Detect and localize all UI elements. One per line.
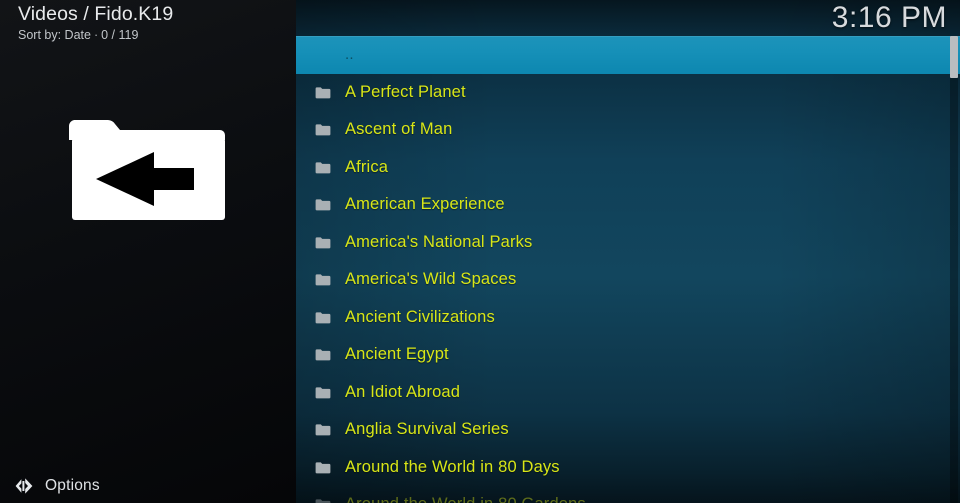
- list-item-label: Around the World in 80 Gardens: [345, 495, 586, 503]
- folder-back-arrow-icon: [68, 104, 228, 222]
- folder-icon: [315, 386, 331, 399]
- file-list[interactable]: .. A Perfect Planet Ascent of Man Africa Ame…: [296, 36, 960, 503]
- list-item[interactable]: Ancient Egypt: [296, 336, 960, 374]
- scrollbar-thumb[interactable]: [950, 36, 958, 79]
- list-item[interactable]: Anglia Survival Series: [296, 411, 960, 449]
- folder-icon: [315, 498, 331, 503]
- item-count: 0 / 119: [101, 28, 139, 42]
- list-item[interactable]: Africa: [296, 149, 960, 187]
- list-item-label: America's National Parks: [345, 232, 533, 251]
- list-item-label: Africa: [345, 157, 389, 176]
- list-item-label: American Experience: [345, 195, 505, 214]
- list-item[interactable]: Ascent of Man: [296, 111, 960, 149]
- sort-separator: ·: [93, 28, 99, 42]
- breadcrumb: Videos / Fido.K19: [18, 3, 174, 25]
- list-item[interactable]: ..: [296, 36, 960, 74]
- list-item-label: America's Wild Spaces: [345, 270, 517, 289]
- sort-info: Sort by: Date · 0 / 119: [18, 27, 288, 43]
- list-item-label: A Perfect Planet: [345, 82, 466, 101]
- list-item[interactable]: Ancient Civilizations: [296, 299, 960, 337]
- kodi-file-browser-screen: Videos / Fido.K19 Sort by: Date · 0 / 119: [0, 0, 960, 503]
- folder-icon: [315, 311, 331, 324]
- left-right-chevron-icon: [14, 477, 34, 495]
- list-item[interactable]: Around the World in 80 Days: [296, 449, 960, 487]
- list-item-label: ..: [345, 46, 354, 64]
- folder-icon: [315, 198, 331, 211]
- sort-label: Sort by: Date: [18, 28, 91, 42]
- folder-icon: [315, 161, 331, 174]
- folder-icon: [315, 86, 331, 99]
- folder-icon: [315, 123, 331, 136]
- list-item-label: Anglia Survival Series: [345, 420, 509, 439]
- list-item[interactable]: American Experience: [296, 186, 960, 224]
- folder-icon: [315, 348, 331, 361]
- clock: 3:16 PM: [831, 1, 947, 34]
- folder-icon: [315, 423, 331, 436]
- list-item[interactable]: America's Wild Spaces: [296, 261, 960, 299]
- file-list-panel: 3:16 PM .. A Perfect Planet Ascent of Man A…: [296, 0, 960, 503]
- list-item[interactable]: America's National Parks: [296, 224, 960, 262]
- folder-icon: [315, 461, 331, 474]
- breadcrumb-header: Videos / Fido.K19 Sort by: Date · 0 / 119: [18, 3, 288, 43]
- list-item-label: Ancient Egypt: [345, 345, 449, 364]
- list-item-label: An Idiot Abroad: [345, 382, 461, 401]
- list-item-label: Ascent of Man: [345, 120, 453, 139]
- list-item[interactable]: A Perfect Planet: [296, 74, 960, 112]
- options-button[interactable]: Options: [14, 472, 100, 500]
- list-item[interactable]: Around the World in 80 Gardens: [296, 486, 960, 503]
- options-label: Options: [45, 477, 100, 494]
- sidebar-panel: Videos / Fido.K19 Sort by: Date · 0 / 119: [0, 0, 296, 503]
- list-item[interactable]: An Idiot Abroad: [296, 374, 960, 412]
- list-item-label: Ancient Civilizations: [345, 307, 495, 326]
- folder-icon: [315, 236, 331, 249]
- scrollbar[interactable]: [950, 36, 958, 503]
- list-item-label: Around the World in 80 Days: [345, 457, 560, 476]
- folder-icon: [315, 273, 331, 286]
